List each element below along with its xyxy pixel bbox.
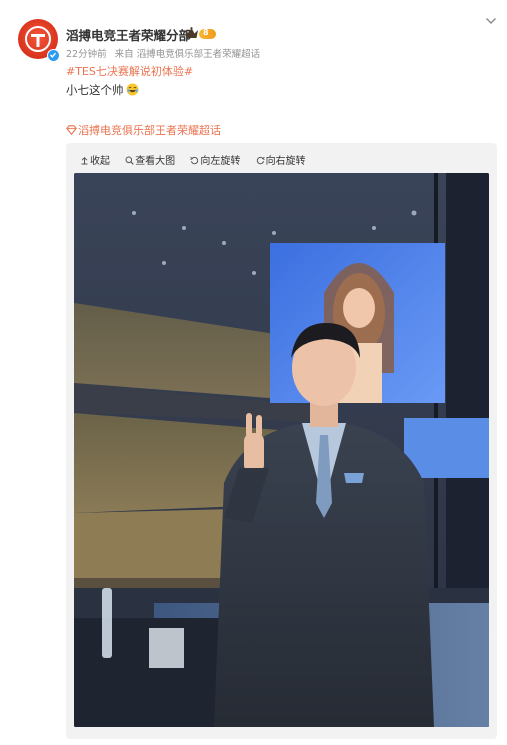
collapse-label: 收起 bbox=[90, 156, 110, 167]
collapse-button[interactable]: 收起 bbox=[80, 152, 110, 167]
source-client[interactable]: 滔搏电竞俱乐部王者荣耀超话 bbox=[137, 49, 261, 60]
supertopic-link-label: 滔搏电竞俱乐部王者荣耀超话 bbox=[78, 124, 221, 137]
rotate-left-label: 向左旋转 bbox=[200, 156, 241, 167]
weibo-post: 滔搏电竞王者荣耀分部 8 22分钟前 来自 滔搏电竞俱乐部王者荣耀超话 #TES七… bbox=[0, 0, 507, 745]
rotate-right-label: 向右旋转 bbox=[265, 156, 306, 167]
view-large-label: 查看大图 bbox=[135, 156, 176, 167]
magnifier-icon bbox=[125, 156, 134, 165]
topic-hashtag[interactable]: #TES七决赛解说初体验# bbox=[66, 63, 193, 79]
chevron-down-icon[interactable] bbox=[485, 17, 497, 25]
post-meta: 22分钟前 来自 滔搏电竞俱乐部王者荣耀超话 bbox=[66, 46, 260, 60]
rotate-right-icon bbox=[256, 156, 265, 165]
post-time[interactable]: 22分钟前 bbox=[66, 49, 107, 60]
collapse-icon bbox=[81, 156, 88, 165]
rotate-right-button[interactable]: 向右旋转 bbox=[256, 152, 306, 167]
media-expanded-box: 收起 查看大图 向左旋转 向右旋转 bbox=[66, 143, 497, 739]
rotate-left-icon bbox=[190, 156, 199, 165]
author-name[interactable]: 滔搏电竞王者荣耀分部 bbox=[66, 25, 191, 44]
crown-icon bbox=[185, 27, 198, 38]
post-text-content: 小七这个帅 bbox=[66, 83, 124, 97]
post-text: 小七这个帅 bbox=[66, 82, 139, 98]
rotate-left-button[interactable]: 向左旋转 bbox=[190, 152, 240, 167]
post-photo[interactable] bbox=[74, 173, 489, 727]
laughing-face-emoji-icon bbox=[126, 83, 138, 96]
verified-badge-icon bbox=[47, 49, 60, 62]
member-level-badge[interactable]: 8 bbox=[199, 28, 216, 39]
image-toolbar: 收起 查看大图 向左旋转 向右旋转 bbox=[80, 152, 318, 167]
source-prefix: 来自 bbox=[114, 49, 134, 60]
level-number: 8 bbox=[203, 28, 209, 37]
arena-photo-illustration bbox=[74, 173, 489, 727]
view-large-button[interactable]: 查看大图 bbox=[125, 152, 175, 167]
supertopic-diamond-icon bbox=[66, 125, 77, 136]
supertopic-link[interactable]: 滔搏电竞俱乐部王者荣耀超话 bbox=[66, 122, 221, 138]
